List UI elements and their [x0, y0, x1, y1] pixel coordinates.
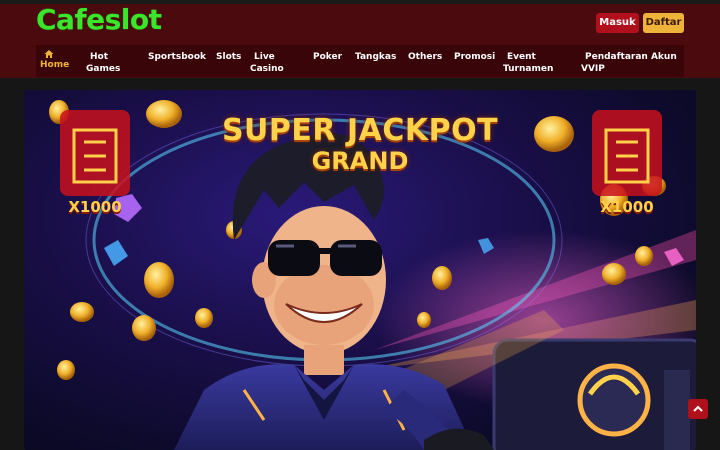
multiplier-left: X1000	[68, 198, 122, 216]
nav-item-label: Pendaftaran Akun	[585, 52, 677, 62]
nav-item-event-turnamen[interactable]: Event Turnamen	[503, 51, 563, 75]
home-icon	[44, 50, 54, 58]
nav-item-live-casino[interactable]: Live Casino	[250, 51, 290, 75]
nav-item-label: VVIP	[581, 64, 605, 74]
nav-item-slots[interactable]: Slots	[216, 51, 241, 63]
top-header: Cafeslot Masuk Daftar Home Hot Games Spo…	[0, 0, 720, 78]
login-button[interactable]: Masuk	[596, 13, 639, 33]
jackpot-line-1: SUPER JACKPOT	[221, 113, 499, 148]
nav-item-label: Games	[86, 64, 121, 74]
nav-item-poker[interactable]: Poker	[313, 51, 342, 63]
nav-item-label: Turnamen	[503, 64, 554, 74]
hero-banner[interactable]: SUPER JACKPOT GRAND X1000 X1000	[24, 90, 696, 450]
nav-item-promosi[interactable]: Promosi	[454, 51, 495, 63]
nav-item-home[interactable]: Home	[40, 49, 69, 71]
nav-item-tangkas[interactable]: Tangkas	[355, 51, 396, 63]
nav-item-label: Hot	[90, 52, 109, 62]
jackpot-title: SUPER JACKPOT GRAND	[24, 113, 696, 175]
nav-item-label: Event	[507, 52, 536, 62]
nav-item-vvip[interactable]: Pendaftaran Akun VVIP	[581, 51, 681, 75]
nav-item-sportsbook[interactable]: Sportsbook	[148, 51, 206, 63]
multiplier-right: X1000	[600, 198, 654, 216]
register-button[interactable]: Daftar	[643, 13, 684, 33]
nav-item-label: Live	[254, 52, 275, 62]
nav-item-label: Casino	[250, 64, 284, 74]
scroll-to-top-button[interactable]	[688, 399, 708, 419]
nav-item-label: Home	[40, 60, 70, 70]
nav-item-hot-games[interactable]: Hot Games	[86, 51, 136, 75]
main-nav: Home Hot Games Sportsbook Slots Live Cas…	[36, 45, 684, 77]
jackpot-line-2: GRAND	[311, 147, 409, 175]
site-logo[interactable]: Cafeslot	[36, 3, 162, 37]
nav-item-others[interactable]: Others	[408, 51, 442, 63]
chevron-up-icon	[693, 405, 703, 412]
